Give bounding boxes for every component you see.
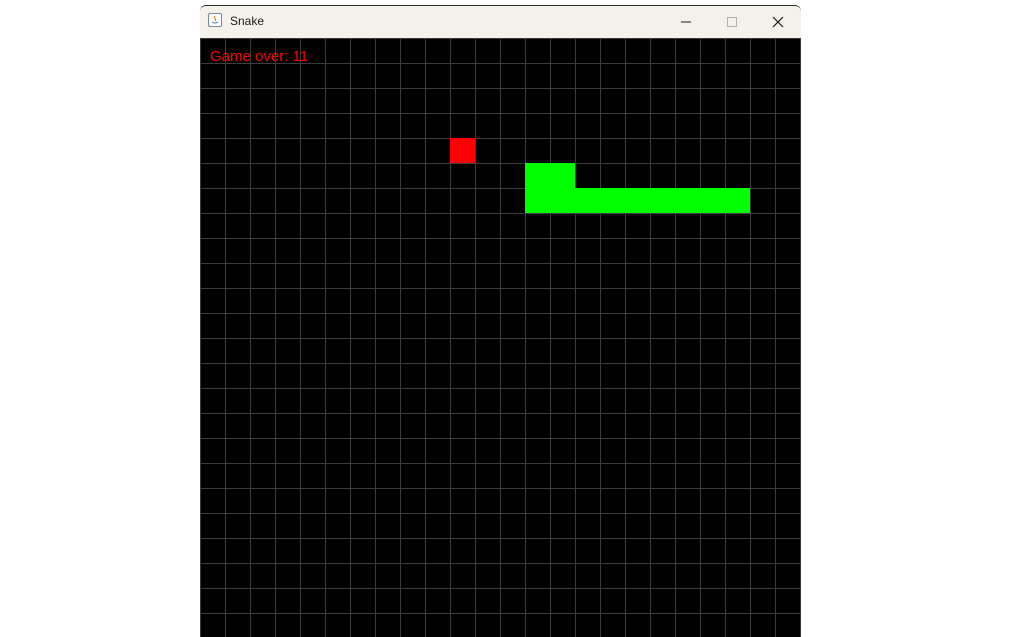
window-title: Snake: [230, 14, 265, 28]
food-apple: [450, 138, 475, 163]
snake-segment: [600, 188, 625, 213]
minimize-icon: [681, 21, 691, 23]
title-bar[interactable]: Snake: [200, 6, 801, 38]
snake-segment: [550, 188, 575, 213]
game-board[interactable]: Game over: 11: [200, 38, 801, 637]
snake-segment: [625, 188, 650, 213]
snake-segment: [525, 188, 550, 213]
java-app-icon: [208, 13, 222, 27]
snake-segment: [650, 188, 675, 213]
snake-segment: [675, 188, 700, 213]
game-over-score: Game over: 11: [210, 48, 309, 65]
game-grid: [200, 38, 801, 637]
maximize-button[interactable]: [709, 6, 755, 38]
snake-segment: [575, 188, 600, 213]
maximize-icon: [727, 17, 737, 27]
snake-segment: [700, 188, 725, 213]
minimize-button[interactable]: [663, 6, 709, 38]
snake-segment: [525, 163, 550, 188]
snake-segment: [550, 163, 575, 188]
snake-window: Snake Game over: 11: [200, 5, 801, 637]
close-icon: [772, 16, 784, 28]
close-button[interactable]: [755, 6, 801, 38]
snake-segment: [725, 188, 750, 213]
